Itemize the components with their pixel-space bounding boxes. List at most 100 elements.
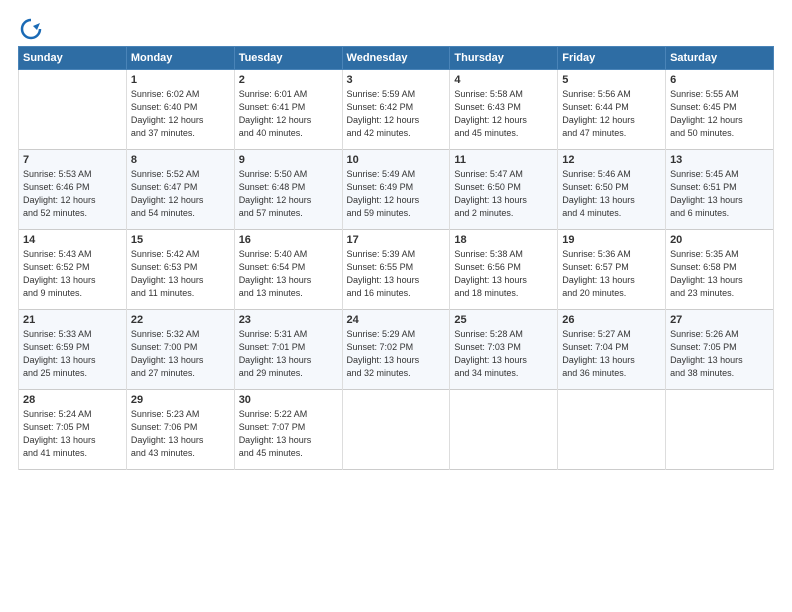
cell-content: Sunrise: 6:02 AM Sunset: 6:40 PM Dayligh… xyxy=(131,88,230,140)
day-number: 25 xyxy=(454,314,553,326)
cell-content: Sunrise: 5:55 AM Sunset: 6:45 PM Dayligh… xyxy=(670,88,769,140)
day-number: 24 xyxy=(347,314,446,326)
cell-w2-d1: 7 Sunrise: 5:53 AM Sunset: 6:46 PM Daylig… xyxy=(19,150,127,230)
day-number: 11 xyxy=(454,154,553,166)
day-number: 13 xyxy=(670,154,769,166)
header-monday: Monday xyxy=(126,47,234,70)
week-row-2: 7 Sunrise: 5:53 AM Sunset: 6:46 PM Daylig… xyxy=(19,150,774,230)
day-number: 9 xyxy=(239,154,338,166)
cell-w5-d2: 29 Sunrise: 5:23 AM Sunset: 7:06 PM Dayli… xyxy=(126,390,234,470)
day-number: 1 xyxy=(131,74,230,86)
day-number: 17 xyxy=(347,234,446,246)
week-row-4: 21Sunrise: 5:33 AM Sunset: 6:59 PM Dayli… xyxy=(19,310,774,390)
cell-content: Sunrise: 5:45 AM Sunset: 6:51 PM Dayligh… xyxy=(670,168,769,220)
day-number: 22 xyxy=(131,314,230,326)
cell-w4-d5: 25Sunrise: 5:28 AM Sunset: 7:03 PM Dayli… xyxy=(450,310,558,390)
cell-w1-d3: 2Sunrise: 6:01 AM Sunset: 6:41 PM Daylig… xyxy=(234,70,342,150)
day-number: 19 xyxy=(562,234,661,246)
cell-content: Sunrise: 5:43 AM Sunset: 6:52 PM Dayligh… xyxy=(23,248,122,300)
cell-content: Sunrise: 5:33 AM Sunset: 6:59 PM Dayligh… xyxy=(23,328,122,380)
cell-content: Sunrise: 6:01 AM Sunset: 6:41 PM Dayligh… xyxy=(239,88,338,140)
cell-w4-d7: 27 Sunrise: 5:26 AM Sunset: 7:05 PM Dayli… xyxy=(666,310,774,390)
cell-w1-d1 xyxy=(19,70,127,150)
cell-w4-d2: 22 Sunrise: 5:32 AM Sunset: 7:00 PM Dayli… xyxy=(126,310,234,390)
cell-content: Sunrise: 5:56 AM Sunset: 6:44 PM Dayligh… xyxy=(562,88,661,140)
logo xyxy=(18,18,42,40)
week-row-5: 28 Sunrise: 5:24 AM Sunset: 7:05 PM Dayli… xyxy=(19,390,774,470)
cell-w2-d7: 13 Sunrise: 5:45 AM Sunset: 6:51 PM Dayli… xyxy=(666,150,774,230)
day-number: 29 xyxy=(131,394,230,406)
header-friday: Friday xyxy=(558,47,666,70)
cell-content: Sunrise: 5:26 AM Sunset: 7:05 PM Dayligh… xyxy=(670,328,769,380)
cell-w3-d3: 16 Sunrise: 5:40 AM Sunset: 6:54 PM Dayli… xyxy=(234,230,342,310)
cell-w2-d6: 12Sunrise: 5:46 AM Sunset: 6:50 PM Dayli… xyxy=(558,150,666,230)
logo-icon xyxy=(20,18,42,40)
page: SundayMondayTuesdayWednesdayThursdayFrid… xyxy=(0,0,792,612)
header-row: SundayMondayTuesdayWednesdayThursdayFrid… xyxy=(19,47,774,70)
cell-content: Sunrise: 5:59 AM Sunset: 6:42 PM Dayligh… xyxy=(347,88,446,140)
header xyxy=(18,18,774,40)
cell-w2-d3: 9 Sunrise: 5:50 AM Sunset: 6:48 PM Daylig… xyxy=(234,150,342,230)
cell-content: Sunrise: 5:32 AM Sunset: 7:00 PM Dayligh… xyxy=(131,328,230,380)
cell-content: Sunrise: 5:46 AM Sunset: 6:50 PM Dayligh… xyxy=(562,168,661,220)
cell-content: Sunrise: 5:42 AM Sunset: 6:53 PM Dayligh… xyxy=(131,248,230,300)
cell-content: Sunrise: 5:22 AM Sunset: 7:07 PM Dayligh… xyxy=(239,408,338,460)
cell-w5-d1: 28 Sunrise: 5:24 AM Sunset: 7:05 PM Dayli… xyxy=(19,390,127,470)
cell-w5-d5 xyxy=(450,390,558,470)
cell-content: Sunrise: 5:52 AM Sunset: 6:47 PM Dayligh… xyxy=(131,168,230,220)
cell-w4-d1: 21Sunrise: 5:33 AM Sunset: 6:59 PM Dayli… xyxy=(19,310,127,390)
header-sunday: Sunday xyxy=(19,47,127,70)
day-number: 23 xyxy=(239,314,338,326)
header-wednesday: Wednesday xyxy=(342,47,450,70)
cell-content: Sunrise: 5:40 AM Sunset: 6:54 PM Dayligh… xyxy=(239,248,338,300)
cell-content: Sunrise: 5:50 AM Sunset: 6:48 PM Dayligh… xyxy=(239,168,338,220)
cell-w1-d6: 5 Sunrise: 5:56 AM Sunset: 6:44 PM Daylig… xyxy=(558,70,666,150)
cell-content: Sunrise: 5:29 AM Sunset: 7:02 PM Dayligh… xyxy=(347,328,446,380)
cell-content: Sunrise: 5:35 AM Sunset: 6:58 PM Dayligh… xyxy=(670,248,769,300)
cell-content: Sunrise: 5:27 AM Sunset: 7:04 PM Dayligh… xyxy=(562,328,661,380)
day-number: 5 xyxy=(562,74,661,86)
header-saturday: Saturday xyxy=(666,47,774,70)
cell-content: Sunrise: 5:31 AM Sunset: 7:01 PM Dayligh… xyxy=(239,328,338,380)
day-number: 30 xyxy=(239,394,338,406)
header-thursday: Thursday xyxy=(450,47,558,70)
week-row-3: 14 Sunrise: 5:43 AM Sunset: 6:52 PM Dayli… xyxy=(19,230,774,310)
day-number: 10 xyxy=(347,154,446,166)
cell-w1-d7: 6 Sunrise: 5:55 AM Sunset: 6:45 PM Daylig… xyxy=(666,70,774,150)
cell-w5-d4 xyxy=(342,390,450,470)
day-number: 26 xyxy=(562,314,661,326)
cell-w5-d6 xyxy=(558,390,666,470)
day-number: 15 xyxy=(131,234,230,246)
day-number: 14 xyxy=(23,234,122,246)
cell-content: Sunrise: 5:39 AM Sunset: 6:55 PM Dayligh… xyxy=(347,248,446,300)
cell-content: Sunrise: 5:23 AM Sunset: 7:06 PM Dayligh… xyxy=(131,408,230,460)
cell-w3-d6: 19Sunrise: 5:36 AM Sunset: 6:57 PM Dayli… xyxy=(558,230,666,310)
cell-w4-d6: 26 Sunrise: 5:27 AM Sunset: 7:04 PM Dayli… xyxy=(558,310,666,390)
cell-w3-d5: 18Sunrise: 5:38 AM Sunset: 6:56 PM Dayli… xyxy=(450,230,558,310)
day-number: 28 xyxy=(23,394,122,406)
cell-w1-d4: 3 Sunrise: 5:59 AM Sunset: 6:42 PM Daylig… xyxy=(342,70,450,150)
cell-w2-d2: 8 Sunrise: 5:52 AM Sunset: 6:47 PM Daylig… xyxy=(126,150,234,230)
header-tuesday: Tuesday xyxy=(234,47,342,70)
cell-w4-d3: 23 Sunrise: 5:31 AM Sunset: 7:01 PM Dayli… xyxy=(234,310,342,390)
day-number: 6 xyxy=(670,74,769,86)
cell-w3-d1: 14 Sunrise: 5:43 AM Sunset: 6:52 PM Dayli… xyxy=(19,230,127,310)
cell-w1-d2: 1 Sunrise: 6:02 AM Sunset: 6:40 PM Daylig… xyxy=(126,70,234,150)
week-row-1: 1 Sunrise: 6:02 AM Sunset: 6:40 PM Daylig… xyxy=(19,70,774,150)
day-number: 8 xyxy=(131,154,230,166)
calendar-table: SundayMondayTuesdayWednesdayThursdayFrid… xyxy=(18,46,774,470)
cell-w1-d5: 4Sunrise: 5:58 AM Sunset: 6:43 PM Daylig… xyxy=(450,70,558,150)
cell-w4-d4: 24 Sunrise: 5:29 AM Sunset: 7:02 PM Dayli… xyxy=(342,310,450,390)
cell-content: Sunrise: 5:24 AM Sunset: 7:05 PM Dayligh… xyxy=(23,408,122,460)
cell-w5-d3: 30 Sunrise: 5:22 AM Sunset: 7:07 PM Dayli… xyxy=(234,390,342,470)
day-number: 4 xyxy=(454,74,553,86)
cell-w2-d5: 11Sunrise: 5:47 AM Sunset: 6:50 PM Dayli… xyxy=(450,150,558,230)
day-number: 20 xyxy=(670,234,769,246)
day-number: 7 xyxy=(23,154,122,166)
cell-content: Sunrise: 5:53 AM Sunset: 6:46 PM Dayligh… xyxy=(23,168,122,220)
day-number: 16 xyxy=(239,234,338,246)
day-number: 3 xyxy=(347,74,446,86)
cell-w5-d7 xyxy=(666,390,774,470)
day-number: 27 xyxy=(670,314,769,326)
cell-w3-d7: 20 Sunrise: 5:35 AM Sunset: 6:58 PM Dayli… xyxy=(666,230,774,310)
